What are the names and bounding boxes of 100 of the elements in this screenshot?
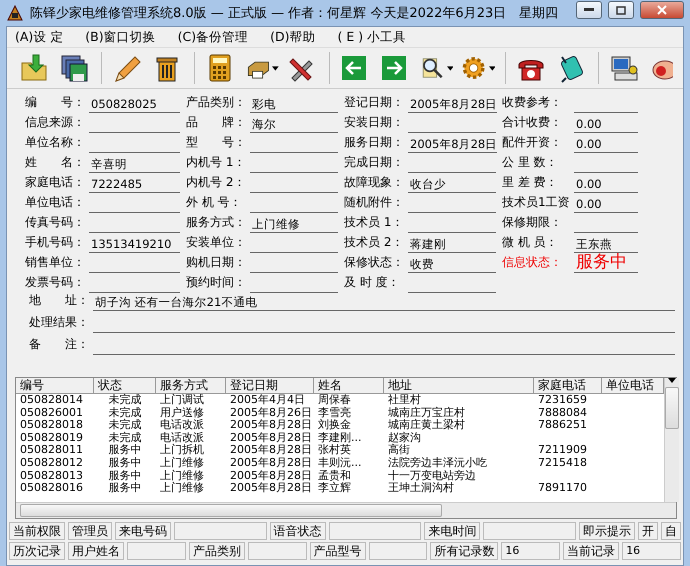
table-cell-text: 丰则沅... <box>317 456 362 470</box>
input-field[interactable]: 胡子沟 还有一台海尔21不通电 <box>93 294 675 311</box>
input-field[interactable]: 彩电 <box>250 96 338 113</box>
app-icon <box>6 4 24 22</box>
input-field[interactable]: 0.00 <box>574 136 638 153</box>
field-label: 合计收费： <box>502 114 563 131</box>
field-label: 地 址： <box>29 292 90 309</box>
menu-item[interactable]: (D)帮助 <box>270 28 316 46</box>
caret-icon <box>272 66 279 70</box>
table-cell-text: 电话改派 <box>159 432 205 444</box>
menu-item[interactable]: (A)设 定 <box>15 28 64 46</box>
table-cell-text: 050828016 <box>19 482 84 495</box>
field-label: 内机号 1： <box>186 154 246 171</box>
input-field[interactable]: 7222485 <box>89 176 180 193</box>
horizontal-scrollbar[interactable] <box>16 502 676 518</box>
column-header[interactable]: 状态 <box>94 378 156 394</box>
table-cell-text: 电话改派 <box>159 419 205 432</box>
column-header[interactable]: 姓名 <box>314 378 384 394</box>
window-title: 陈铎少家电维修管理系统8.0版 — 正式版 — 作者：何星辉 今天是2022年6月23日 星期四 <box>30 5 560 22</box>
field-label: 收费参考： <box>502 94 563 111</box>
table-cell-text: 李雪亮 <box>317 406 352 419</box>
field-label: 型 号： <box>186 134 247 151</box>
field-label: 技术员 1： <box>344 214 404 231</box>
column-header[interactable]: 编号 <box>16 378 94 394</box>
table-cell-text: 服务中 <box>108 482 142 495</box>
folder-icon <box>19 53 49 83</box>
vertical-scrollbar[interactable] <box>664 378 679 502</box>
close-button[interactable] <box>640 1 684 19</box>
field-label: 随机附件： <box>344 194 405 211</box>
field-label: 微 机 员： <box>502 234 559 251</box>
column-header[interactable]: 地址 <box>384 378 534 394</box>
field-label: 产品类别： <box>186 94 247 111</box>
field-label: 家庭电话： <box>25 174 86 191</box>
table-cell-text: 050826001 <box>19 406 84 420</box>
table-cell-text: 050828012 <box>19 456 84 470</box>
column-header[interactable]: 登记日期 <box>226 378 314 394</box>
input-field[interactable]: 收费 <box>408 256 496 273</box>
floppy-disks-icon <box>59 53 89 83</box>
field-label: 完成日期： <box>344 154 405 171</box>
column-header[interactable]: 家庭电话 <box>534 378 602 394</box>
table-cell-text: 刘换金 <box>317 419 352 432</box>
menu-item[interactable]: (C)备份管理 <box>178 28 248 46</box>
maximize-button[interactable] <box>608 1 634 19</box>
input-field[interactable]: 海尔 <box>250 116 338 133</box>
table-cell-text: 050828013 <box>19 470 84 482</box>
table-cell-text: 孟贵和 <box>317 470 352 482</box>
field-label: 预约时间： <box>186 274 247 291</box>
table-cell-text: 7215418 <box>537 456 588 470</box>
caret-icon <box>446 66 454 70</box>
table-cell-text: 未完成 <box>108 432 142 444</box>
input-field[interactable]: 0.00 <box>574 176 638 193</box>
table-cell-text: 050828019 <box>19 432 84 444</box>
table-cell-text: 高街 <box>387 444 411 456</box>
table-cell-text: 2005年8月28日 <box>229 456 313 470</box>
minimize-button[interactable] <box>576 1 602 19</box>
status-label: 开 <box>638 522 658 540</box>
status-label: 所有记录数 <box>430 542 498 560</box>
table-cell-text: 法院旁边丰泽沅小吃 <box>387 456 488 470</box>
table-cell-text: 未完成 <box>108 406 142 419</box>
input-field[interactable]: 0.00 <box>574 196 638 213</box>
field-label: 服务方式： <box>186 214 247 231</box>
field-label: 购机日期： <box>186 254 247 271</box>
table-cell-text: 2005年4月4日 <box>229 394 306 407</box>
status-label: 语音状态 <box>270 522 326 540</box>
table-cell-text: 城南庄黄土梁村 <box>387 419 466 432</box>
field-label: 保修状态： <box>344 254 405 271</box>
table-cell-text: 张村英 <box>317 444 352 457</box>
menu-item[interactable]: ( E ) 小工具 <box>338 28 406 46</box>
status-label: 管理员 <box>68 522 112 540</box>
input-field[interactable]: 收台少 <box>408 176 496 193</box>
table-cell-text: 城南庄万宝庄村 <box>387 406 466 419</box>
input-field[interactable]: 050828025 <box>89 96 180 113</box>
status-label: 产品类别 <box>188 542 245 560</box>
table-cell-text: 李建刚... <box>317 432 362 444</box>
column-header[interactable]: 服务方式 <box>156 378 226 394</box>
table-cell-text: 7886251 <box>537 419 588 432</box>
input-field[interactable]: 辛喜明 <box>89 156 180 173</box>
input-field[interactable]: 13513419210 <box>89 236 180 253</box>
field-label: 姓 名： <box>25 154 86 171</box>
input-field[interactable]: 2005年8月28日 <box>408 136 498 153</box>
table-cell-text: 050828011 <box>19 444 84 457</box>
field-label: 登记日期： <box>344 94 405 111</box>
menu-item[interactable]: (B)窗口切换 <box>85 28 156 46</box>
table-cell-text: 李立辉 <box>317 482 352 495</box>
field-label: 技术员1工资 <box>502 194 571 211</box>
table-cell-text: 7891170 <box>537 482 588 495</box>
input-field[interactable]: 上门维修 <box>250 216 338 233</box>
field-label: 信息来源： <box>25 114 86 131</box>
status-field <box>248 542 307 560</box>
input-field[interactable]: 蒋建刚 <box>408 236 496 253</box>
table-cell-text: 050828014 <box>19 394 84 407</box>
input-field[interactable]: 0.00 <box>574 116 638 133</box>
input-field[interactable]: 2005年8月28日 <box>408 96 498 113</box>
field-label: 技术员 2： <box>344 234 404 251</box>
caret-icon <box>488 66 496 70</box>
table-cell-text: 上门拆机 <box>159 444 205 456</box>
table-cell-text: 2005年8月26日 <box>229 406 313 419</box>
status-field <box>368 542 428 560</box>
table-cell-text: 2005年8月28日 <box>229 470 313 482</box>
input-field[interactable]: 王东燕 <box>574 236 638 253</box>
